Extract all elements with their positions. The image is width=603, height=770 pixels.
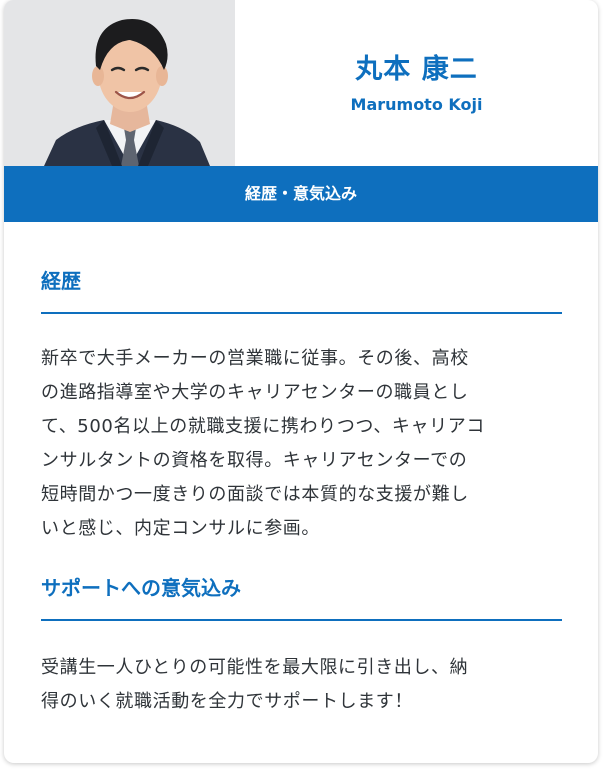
career-heading: 経歴 xyxy=(41,269,81,293)
name-block: 丸本 康二 Marumoto Koji xyxy=(235,0,598,166)
support-divider xyxy=(41,619,562,621)
name-japanese: 丸本 康二 xyxy=(355,54,478,85)
name-romanized: Marumoto Koji xyxy=(350,95,483,114)
support-line: 受講生一人ひとりの可能性を最大限に引き出し、納 xyxy=(41,657,469,678)
support-heading: サポートへの意気込み xyxy=(41,576,241,600)
career-text: 新卒で大手メーカーの営業職に従事。その後、高校 の進路指導室や大学のキャリアセン… xyxy=(41,342,562,546)
career-line: 短時間かつ一度きりの面談では本質的な支援が難し xyxy=(41,484,469,505)
career-line: 新卒で大手メーカーの営業職に従事。その後、高校 xyxy=(41,348,469,369)
career-line: て、500名以上の就職支援に携わりつつ、キャリアコ xyxy=(41,416,485,437)
career-line: いと感じ、内定コンサルに参画。 xyxy=(41,518,320,539)
profile-card: 丸本 康二 Marumoto Koji 経歴・意気込み 経歴 新卒で大手メーカー… xyxy=(4,0,598,763)
support-line: 得のいく就職活動を全力でサポートします！ xyxy=(41,691,413,712)
career-line: の進路指導室や大学のキャリアセンターの職員とし xyxy=(41,382,469,403)
career-line: ンサルタントの資格を取得。キャリアセンターでの xyxy=(41,450,468,471)
section-banner: 経歴・意気込み xyxy=(4,166,598,222)
career-divider xyxy=(41,312,562,314)
profile-photo xyxy=(4,0,235,166)
support-text: 受講生一人ひとりの可能性を最大限に引き出し、納 得のいく就職活動を全力でサポート… xyxy=(41,651,562,719)
